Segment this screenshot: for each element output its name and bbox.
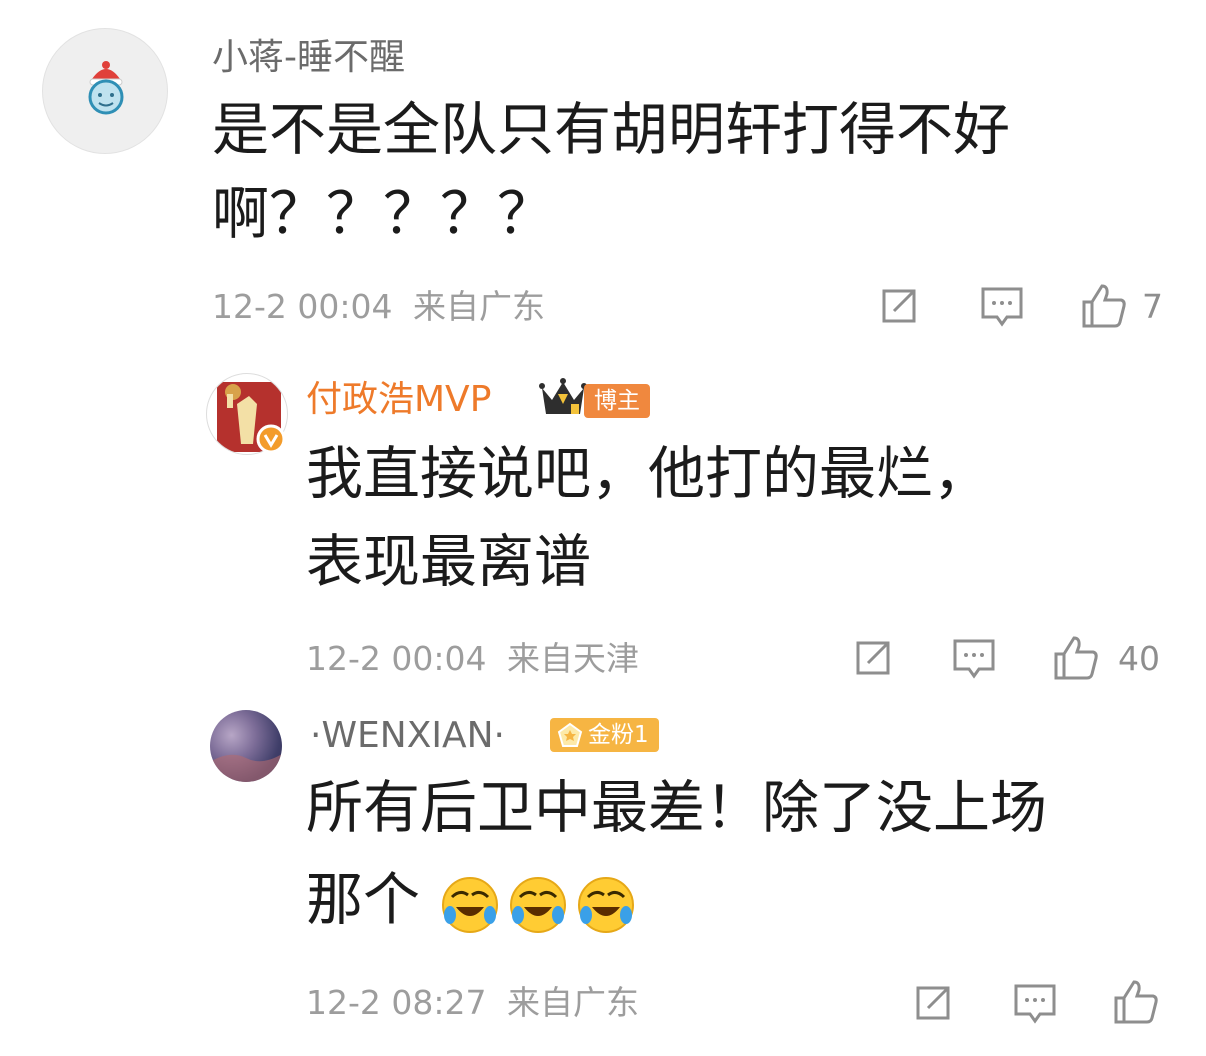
comment-list: 小蒋-睡不醒 是不是全队只有胡明轩打得不好 啊？？？？？ 12-2 00:04 … <box>0 0 1206 1056</box>
fan-badge-label: 金粉1 <box>588 722 649 748</box>
location: 来自广东 <box>507 983 639 1022</box>
laugh-cry-emoji <box>510 877 566 933</box>
photo-avatar-icon <box>210 754 282 782</box>
comment-icon[interactable] <box>979 285 1025 329</box>
comment-meta: 12-2 08:27 来自广东 <box>306 983 639 1023</box>
timestamp: 12-2 00:04 <box>212 287 393 326</box>
like-icon[interactable] <box>1080 282 1128 330</box>
verified-badge-icon <box>256 424 286 454</box>
like-icon[interactable] <box>1052 634 1100 682</box>
laugh-cry-emoji <box>442 877 498 933</box>
comment-text: 表现最离谱 <box>306 529 591 595</box>
like-count: 40 <box>1118 639 1160 678</box>
comment-text: 是不是全队只有胡明轩打得不好 <box>212 97 1010 163</box>
repost-icon[interactable] <box>878 285 920 327</box>
repost-icon[interactable] <box>852 637 894 679</box>
comment-meta: 12-2 00:04 来自天津 <box>306 639 639 679</box>
timestamp: 12-2 08:27 <box>306 983 487 1022</box>
like-count: 7 <box>1142 287 1163 326</box>
comment-text: 那个 <box>306 867 420 933</box>
fan-badge: 金粉1 <box>550 718 659 752</box>
username[interactable]: 付政浩MVP <box>306 380 491 420</box>
repost-icon[interactable] <box>912 982 954 1024</box>
laugh-cry-emoji <box>578 877 634 933</box>
timestamp: 12-2 00:04 <box>306 639 487 678</box>
comment-icon[interactable] <box>1012 982 1058 1026</box>
comment-text: 我直接说吧，他打的最烂， <box>306 441 990 507</box>
comment-meta: 12-2 00:04 来自广东 <box>212 287 545 327</box>
comment-icon[interactable] <box>951 637 997 681</box>
location: 来自广东 <box>413 287 545 326</box>
username[interactable]: ·WENXIAN· <box>310 716 505 756</box>
comment-text: 所有后卫中最差！除了没上场 <box>306 775 1047 841</box>
avatar[interactable] <box>42 28 168 154</box>
avatar[interactable] <box>210 710 282 782</box>
fan-level-icon <box>557 722 583 747</box>
location: 来自天津 <box>507 639 639 678</box>
crown-icon <box>539 378 587 414</box>
blogger-badge: 博主 <box>584 384 650 418</box>
username[interactable]: 小蒋-睡不醒 <box>212 38 405 78</box>
cartoon-avatar-icon <box>88 61 124 115</box>
like-icon[interactable] <box>1112 978 1160 1026</box>
comment-text: 啊？？？？？ <box>212 181 554 247</box>
